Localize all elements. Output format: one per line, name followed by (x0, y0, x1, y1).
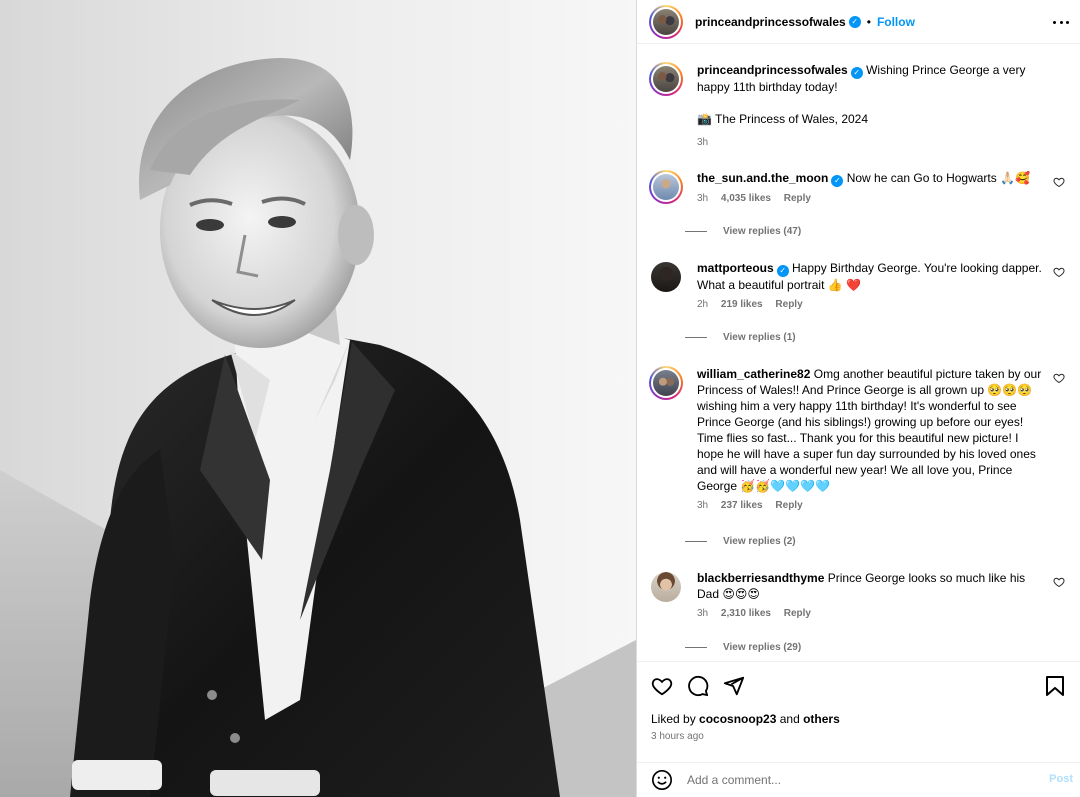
separator-dot: • (866, 14, 871, 29)
like-comment-heart-icon[interactable] (1053, 372, 1065, 384)
like-heart-icon[interactable] (651, 675, 673, 697)
reply-button[interactable]: Reply (784, 608, 811, 619)
commenter-username[interactable]: william_catherine82 (697, 367, 810, 381)
comment-likes[interactable]: 219 likes (721, 299, 763, 310)
verified-badge-icon: ✓ (831, 175, 844, 187)
comment-text: Now he can Go to Hogwarts 🙏🏻🥰 (846, 171, 1030, 185)
liked-by-others[interactable]: others (803, 712, 840, 726)
share-paper-plane-icon[interactable] (723, 675, 745, 697)
post-modal: princeandprincessofwales ✓ • Follow prin… (0, 0, 1080, 797)
view-replies-button[interactable]: View replies (47) (685, 226, 801, 237)
action-icons (651, 675, 745, 697)
post-header: princeandprincessofwales ✓ • Follow (637, 0, 1080, 44)
author-username[interactable]: princeandprincessofwales (695, 15, 846, 29)
comment-text: Omg another beautiful picture taken by o… (697, 367, 1042, 493)
replies-divider (685, 231, 707, 232)
caption-time: 3h (697, 137, 709, 148)
reply-button[interactable]: Reply (784, 193, 811, 204)
view-replies-button[interactable]: View replies (1) (685, 332, 796, 343)
view-replies-label: View replies (29) (723, 642, 802, 653)
view-replies-label: View replies (1) (723, 332, 796, 343)
comment-time: 2h (697, 299, 709, 310)
like-comment-heart-icon[interactable] (1053, 176, 1065, 188)
comment-likes[interactable]: 4,035 likes (721, 193, 771, 204)
verified-badge-icon: ✓ (848, 15, 861, 28)
commenter-avatar[interactable] (649, 570, 683, 604)
follow-button[interactable]: Follow (877, 15, 915, 29)
emoji-smiley-icon[interactable] (651, 769, 673, 791)
author-avatar[interactable] (649, 4, 683, 39)
liked-by: Liked by cocosnoop23 and others (651, 712, 840, 726)
reply-button[interactable]: Reply (775, 299, 802, 310)
comment-likes[interactable]: 237 likes (721, 500, 763, 511)
comment-input[interactable] (687, 773, 1017, 787)
reply-button[interactable]: Reply (775, 500, 802, 511)
replies-divider (685, 647, 707, 648)
comment-bubble-icon[interactable] (687, 675, 709, 697)
view-replies-button[interactable]: View replies (2) (685, 536, 796, 547)
action-bar: Liked by cocosnoop23 and others 3 hours … (637, 661, 1080, 796)
view-replies-label: View replies (47) (723, 226, 802, 237)
portrait-photo (0, 0, 636, 797)
posted-time: 3 hours ago (651, 731, 704, 742)
like-comment-heart-icon[interactable] (1053, 576, 1065, 588)
more-options-icon[interactable] (1053, 14, 1069, 30)
liked-by-user[interactable]: cocosnoop23 (699, 712, 776, 726)
commenter-avatar[interactable] (649, 260, 683, 294)
liked-by-mid: and (776, 712, 804, 726)
add-comment-bar: Post (637, 762, 1080, 797)
replies-divider (685, 541, 707, 542)
post-side-panel: princeandprincessofwales ✓ • Follow prin… (636, 0, 1080, 797)
view-replies-button[interactable]: View replies (29) (685, 642, 801, 653)
post-photo[interactable] (0, 0, 636, 797)
comment-likes[interactable]: 2,310 likes (721, 608, 771, 619)
commenter-username[interactable]: mattporteous (697, 261, 774, 275)
post-comment-button[interactable]: Post (1049, 773, 1073, 785)
comments-list[interactable]: princeandprincessofwales ✓ Wishing Prince… (637, 50, 1080, 661)
commenter-username[interactable]: blackberriesandthyme (697, 571, 824, 585)
view-replies-label: View replies (2) (723, 536, 796, 547)
commenter-username[interactable]: the_sun.and.the_moon (697, 171, 828, 185)
caption-avatar[interactable] (649, 62, 683, 96)
comment-time: 3h (697, 193, 709, 204)
replies-divider (685, 337, 707, 338)
comment-time: 3h (697, 608, 709, 619)
commenter-avatar[interactable] (649, 170, 683, 204)
verified-badge-icon: ✓ (850, 67, 863, 79)
like-comment-heart-icon[interactable] (1053, 266, 1065, 278)
commenter-avatar[interactable] (649, 366, 683, 400)
save-bookmark-icon[interactable] (1045, 675, 1065, 697)
caption-username[interactable]: princeandprincessofwales (697, 63, 848, 77)
caption-credit: 📸 The Princess of Wales, 2024 (697, 112, 869, 126)
comment-time: 3h (697, 500, 709, 511)
verified-badge-icon: ✓ (776, 265, 789, 277)
liked-by-prefix: Liked by (651, 712, 700, 726)
